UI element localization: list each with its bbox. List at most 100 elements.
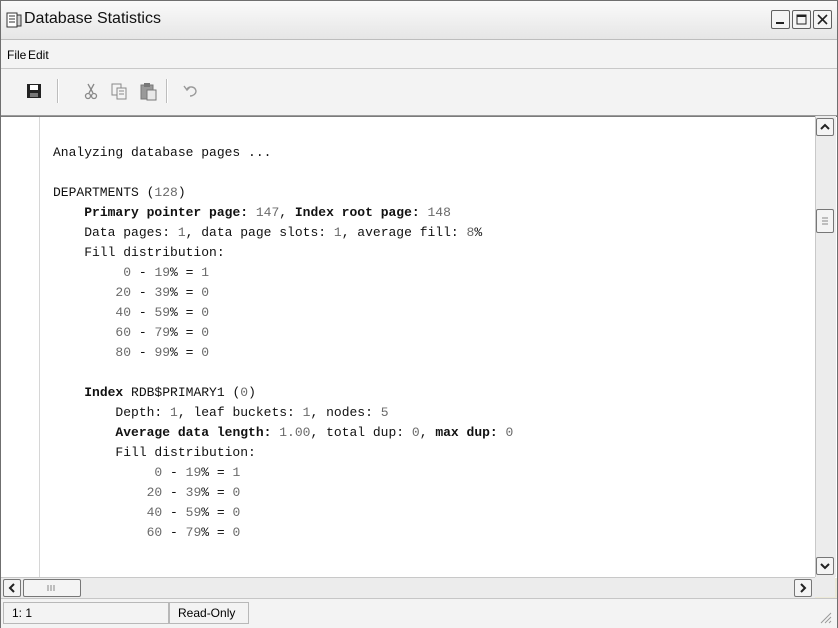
label-text bbox=[53, 485, 147, 500]
value-text: 147 bbox=[255, 205, 280, 220]
scroll-right-button[interactable] bbox=[794, 579, 812, 597]
label-text bbox=[53, 465, 154, 480]
label-text: Fill distribution: bbox=[53, 445, 256, 460]
horizontal-scrollbar[interactable] bbox=[1, 577, 815, 598]
label-text: Index bbox=[84, 385, 132, 400]
value-text: 0 bbox=[232, 505, 241, 520]
value-text: 0 bbox=[232, 525, 241, 540]
label-text: , total dup: bbox=[310, 425, 412, 440]
label-text bbox=[53, 265, 123, 280]
value-text: 0 bbox=[201, 325, 210, 340]
value-text: 128 bbox=[154, 185, 178, 200]
scroll-up-button[interactable] bbox=[816, 118, 834, 136]
read-only-status: Read-Only bbox=[169, 602, 249, 624]
value-text: 60 bbox=[146, 525, 163, 540]
close-button[interactable] bbox=[813, 10, 832, 29]
text-line: 40 - 59% = 0 bbox=[53, 503, 241, 523]
value-text: 19 bbox=[154, 265, 171, 280]
chevron-right-icon bbox=[800, 583, 807, 593]
label-text: ) bbox=[177, 185, 186, 200]
maximize-button[interactable] bbox=[792, 10, 811, 29]
value-text: 59 bbox=[154, 305, 171, 320]
value-text: 0 bbox=[240, 385, 249, 400]
text-line: 40 - 59% = 0 bbox=[53, 303, 209, 323]
label-text: - bbox=[162, 485, 186, 500]
vertical-scrollbar[interactable] bbox=[815, 116, 836, 577]
label-text: - bbox=[162, 505, 186, 520]
save-icon[interactable] bbox=[24, 81, 44, 101]
label-text: % = bbox=[170, 325, 202, 340]
value-text: 0 bbox=[411, 425, 420, 440]
value-text: 79 bbox=[185, 525, 202, 540]
cut-icon[interactable] bbox=[81, 81, 101, 101]
label-text: Data pages: bbox=[53, 225, 178, 240]
label-text: Depth: bbox=[53, 405, 171, 420]
scroll-left-button[interactable] bbox=[3, 579, 21, 597]
value-text: 0 bbox=[201, 285, 210, 300]
menu-file[interactable]: File bbox=[7, 48, 26, 62]
value-text: 20 bbox=[115, 285, 132, 300]
resize-grip-icon[interactable] bbox=[817, 609, 833, 625]
value-text: 40 bbox=[146, 505, 163, 520]
label-text: Average data length: bbox=[115, 425, 280, 440]
menu-edit[interactable]: Edit bbox=[28, 48, 49, 62]
title-bar[interactable]: Database Statistics bbox=[1, 1, 837, 40]
label-text bbox=[53, 345, 115, 360]
text-line: Depth: 1, leaf buckets: 1, nodes: 5 bbox=[53, 403, 388, 423]
toolbar-separator bbox=[166, 79, 168, 103]
close-icon bbox=[817, 14, 828, 25]
label-text: Primary pointer page: bbox=[84, 205, 256, 220]
value-text: 60 bbox=[115, 325, 132, 340]
database-statistics-window: Database Statistics File Edit Analyzing … bbox=[0, 0, 838, 628]
value-text: 40 bbox=[115, 305, 132, 320]
label-text: % = bbox=[170, 305, 202, 320]
copy-icon[interactable] bbox=[109, 81, 129, 101]
label-text bbox=[53, 325, 115, 340]
text-line: 20 - 39% = 0 bbox=[53, 283, 209, 303]
value-text: 0 bbox=[232, 485, 241, 500]
value-text: 1 bbox=[232, 465, 241, 480]
chevron-down-icon bbox=[820, 563, 830, 570]
value-text: 59 bbox=[185, 505, 202, 520]
text-line: 0 - 19% = 1 bbox=[53, 463, 240, 483]
chevron-left-icon bbox=[8, 583, 15, 593]
text-line: Fill distribution: bbox=[53, 443, 256, 463]
cursor-position: 1: 1 bbox=[3, 602, 169, 624]
value-text: 1 bbox=[201, 265, 210, 280]
label-text: % = bbox=[201, 485, 233, 500]
maximize-icon bbox=[796, 14, 807, 25]
value-text: 1.00 bbox=[279, 425, 311, 440]
label-text: DEPARTMENTS ( bbox=[53, 185, 155, 200]
grip-icon bbox=[822, 217, 828, 225]
toolbar bbox=[1, 69, 837, 116]
editor-margin bbox=[39, 117, 40, 578]
undo-icon[interactable] bbox=[181, 81, 201, 101]
minimize-button[interactable] bbox=[771, 10, 790, 29]
chevron-up-icon bbox=[820, 123, 830, 130]
value-text: 19 bbox=[185, 465, 202, 480]
value-text: 1 bbox=[170, 405, 178, 420]
paste-icon[interactable] bbox=[138, 81, 158, 101]
label-text: - bbox=[162, 525, 186, 540]
label-text: , nodes: bbox=[310, 405, 381, 420]
label-text: , average fill: bbox=[341, 225, 467, 240]
text-line: Average data length: 1.00, total dup: 0,… bbox=[53, 423, 513, 443]
menu-bar: File Edit bbox=[1, 40, 837, 69]
window-title: Database Statistics bbox=[24, 10, 161, 27]
label-text: - bbox=[162, 465, 186, 480]
label-text bbox=[53, 425, 115, 440]
label-text: , leaf buckets: bbox=[177, 405, 303, 420]
scroll-down-button[interactable] bbox=[816, 557, 834, 575]
label-text: - bbox=[131, 265, 155, 280]
database-statistics-icon bbox=[6, 12, 22, 28]
label-text: , bbox=[279, 205, 295, 220]
horizontal-scroll-thumb[interactable] bbox=[23, 579, 81, 597]
value-text: 1 bbox=[177, 225, 186, 240]
text-line: Primary pointer page: 147, Index root pa… bbox=[53, 203, 451, 223]
scroll-thumb[interactable] bbox=[816, 209, 834, 233]
text-line: DEPARTMENTS (128) bbox=[53, 183, 186, 203]
label-text: % = bbox=[170, 345, 202, 360]
value-text: 39 bbox=[185, 485, 202, 500]
label-text: % = bbox=[201, 465, 233, 480]
text-editor[interactable]: Analyzing database pages ... DEPARTMENTS … bbox=[1, 116, 837, 578]
